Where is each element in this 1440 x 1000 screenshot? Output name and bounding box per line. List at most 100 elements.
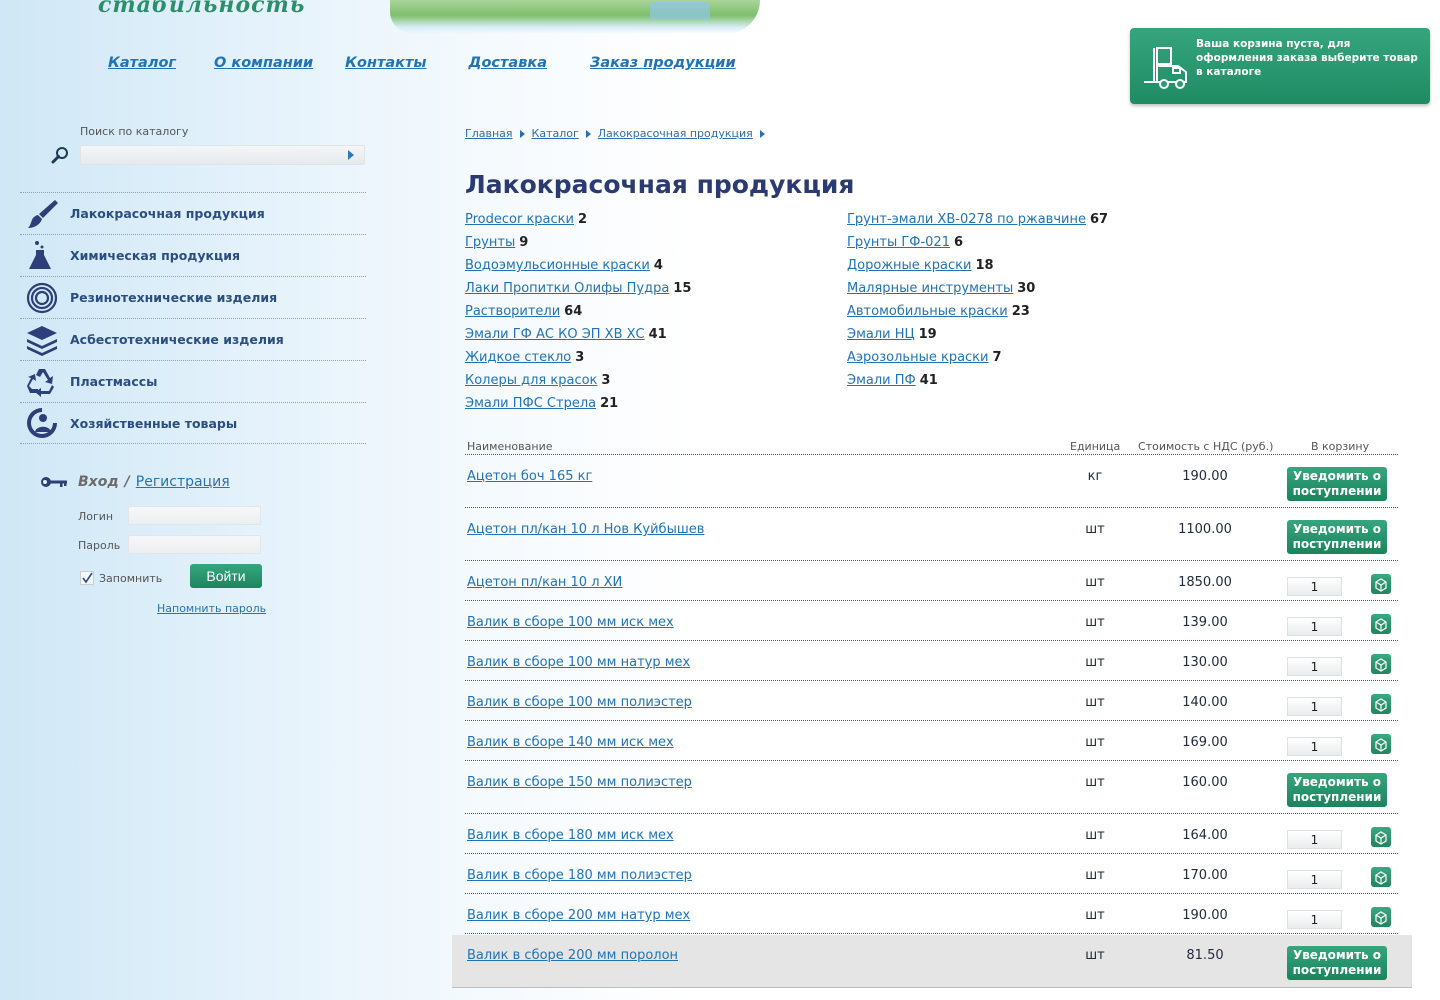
product-name-link[interactable]: Валик в сборе 100 мм иск мех bbox=[467, 615, 674, 630]
product-name-link[interactable]: Валик в сборе 200 мм поролон bbox=[467, 948, 678, 963]
login-input[interactable] bbox=[128, 506, 261, 525]
sidebar-category-menu: Лакокрасочная продукция Химическая проду… bbox=[20, 192, 366, 444]
quantity-input[interactable]: 1 bbox=[1287, 830, 1342, 849]
add-to-cart-button[interactable] bbox=[1371, 827, 1391, 847]
product-price: 1100.00 bbox=[1178, 522, 1232, 537]
notify-on-arrival-button[interactable]: Уведомить о поступлении bbox=[1287, 520, 1387, 554]
subcategory-link[interactable]: Эмали ПФ bbox=[847, 373, 916, 388]
breadcrumb-arrow-icon bbox=[519, 129, 525, 138]
nav-link-catalog[interactable]: Каталог bbox=[108, 55, 176, 71]
site-logo-text[interactable]: стабильность bbox=[98, 0, 305, 18]
product-price: 164.00 bbox=[1182, 828, 1228, 843]
subcategory-link[interactable]: Колеры для красок bbox=[465, 373, 597, 388]
subcategory-link[interactable]: Эмали ГФ АС КО ЭП ХВ ХС bbox=[465, 327, 645, 342]
add-to-cart-button[interactable] bbox=[1371, 614, 1391, 634]
add-to-cart-button[interactable] bbox=[1371, 654, 1391, 674]
table-row: Валик в сборе 200 мм натур мех шт 190.00 1 bbox=[465, 894, 1398, 934]
sidebar-item-chemicals[interactable]: Химическая продукция bbox=[20, 234, 366, 276]
subcategory-link[interactable]: Аэрозольные краски bbox=[847, 350, 988, 365]
product-unit: шт bbox=[1085, 908, 1105, 923]
subcategory-link[interactable]: Дорожные краски bbox=[847, 258, 971, 273]
quantity-input[interactable]: 1 bbox=[1287, 870, 1342, 889]
subcategory-link[interactable]: Лаки Пропитки Олифы Пудра bbox=[465, 281, 669, 296]
subcategory-list-right: Грунт-эмали ХВ-0278 по ржавчине 67 Грунты… bbox=[847, 212, 1108, 396]
table-header: Наименование Единица Стоимость с НДС (ру… bbox=[465, 438, 1398, 455]
breadcrumb-arrow-icon bbox=[759, 129, 765, 138]
sidebar-item-paints[interactable]: Лакокрасочная продукция bbox=[20, 192, 366, 234]
subcategory-link[interactable]: Грунты ГФ-021 bbox=[847, 235, 950, 250]
sidebar-item-household[interactable]: Хозяйственные товары bbox=[20, 402, 366, 444]
product-name-link[interactable]: Валик в сборе 180 мм полиэстер bbox=[467, 868, 692, 883]
remember-checkbox[interactable] bbox=[80, 571, 94, 585]
subcategory-count: 15 bbox=[673, 281, 692, 296]
sidebar-item-rubber[interactable]: Резинотехнические изделия bbox=[20, 276, 366, 318]
subcategory-count: 3 bbox=[601, 373, 611, 388]
product-name-link[interactable]: Валик в сборе 200 мм натур мех bbox=[467, 908, 690, 923]
subcategory-link[interactable]: Prodecor краски bbox=[465, 212, 574, 227]
subcategory-count: 64 bbox=[564, 304, 583, 319]
breadcrumb-catalog[interactable]: Каталог bbox=[532, 127, 579, 140]
product-name-link[interactable]: Валик в сборе 100 мм натур мех bbox=[467, 655, 690, 670]
subcategory-list-left: Prodecor краски 2 Грунты 9 Водоэмульсионны… bbox=[465, 212, 691, 419]
cart-box-icon bbox=[1375, 578, 1387, 592]
search-input[interactable] bbox=[80, 145, 365, 165]
subcategory-link[interactable]: Эмали НЦ bbox=[847, 327, 915, 342]
subcategory-item: Эмали ПФС Стрела 21 bbox=[465, 396, 691, 419]
notify-on-arrival-button[interactable]: Уведомить о поступлении bbox=[1287, 467, 1387, 501]
table-row: Валик в сборе 200 мм поролон шт 81.50 Уведо… bbox=[465, 934, 1398, 987]
nav-link-about[interactable]: О компании bbox=[214, 55, 313, 71]
quantity-input[interactable]: 1 bbox=[1287, 657, 1342, 676]
sidebar-item-asbestos[interactable]: Асбестотехнические изделия bbox=[20, 318, 366, 360]
subcategory-count: 21 bbox=[600, 396, 619, 411]
sidebar-item-plastics[interactable]: Пластмассы bbox=[20, 360, 366, 402]
subcategory-link[interactable]: Автомобильные краски bbox=[847, 304, 1008, 319]
add-to-cart-button[interactable] bbox=[1371, 734, 1391, 754]
notify-on-arrival-button[interactable]: Уведомить о поступлении bbox=[1287, 946, 1387, 980]
breadcrumb-current[interactable]: Лакокрасочная продукция bbox=[598, 127, 753, 140]
add-to-cart-button[interactable] bbox=[1371, 694, 1391, 714]
nav-link-order[interactable]: Заказ продукции bbox=[590, 55, 736, 71]
product-price: 160.00 bbox=[1182, 775, 1228, 790]
quantity-input[interactable]: 1 bbox=[1287, 617, 1342, 636]
table-row: Валик в сборе 100 мм иск мех шт 139.00 1 bbox=[465, 601, 1398, 641]
register-link[interactable]: Регистрация bbox=[136, 474, 230, 490]
quantity-input[interactable]: 1 bbox=[1287, 577, 1342, 596]
subcategory-link[interactable]: Эмали ПФС Стрела bbox=[465, 396, 596, 411]
subcategory-link[interactable]: Малярные инструменты bbox=[847, 281, 1013, 296]
search-submit-arrow-icon[interactable] bbox=[348, 150, 354, 160]
nav-link-contacts[interactable]: Контакты bbox=[345, 55, 426, 71]
product-unit: шт bbox=[1085, 868, 1105, 883]
quantity-input[interactable]: 1 bbox=[1287, 737, 1342, 756]
subcategory-link[interactable]: Грунты bbox=[465, 235, 515, 250]
add-to-cart-button[interactable] bbox=[1371, 574, 1391, 594]
subcategory-item: Автомобильные краски 23 bbox=[847, 304, 1108, 327]
product-name-link[interactable]: Валик в сборе 180 мм иск мех bbox=[467, 828, 674, 843]
product-name-link[interactable]: Ацетон боч 165 кг bbox=[467, 469, 592, 484]
subcategory-link[interactable]: Водоэмульсионные краски bbox=[465, 258, 650, 273]
subcategory-item: Грунт-эмали ХВ-0278 по ржавчине 67 bbox=[847, 212, 1108, 235]
login-submit-button[interactable]: Войти bbox=[190, 564, 262, 588]
cart-widget[interactable]: Ваша корзина пуста, для оформления заказ… bbox=[1130, 28, 1430, 104]
notify-on-arrival-button[interactable]: Уведомить о поступлении bbox=[1287, 773, 1387, 807]
password-field-label: Пароль bbox=[78, 539, 121, 552]
subcategory-count: 67 bbox=[1089, 212, 1109, 227]
subcategory-link[interactable]: Жидкое стекло bbox=[465, 350, 571, 365]
nav-link-delivery[interactable]: Доставка bbox=[469, 55, 547, 71]
product-name-link[interactable]: Валик в сборе 140 мм иск мех bbox=[467, 735, 674, 750]
breadcrumb-home[interactable]: Главная bbox=[465, 127, 513, 140]
table-row: Ацетон боч 165 кг кг 190.00 Уведомить о пост… bbox=[465, 455, 1398, 508]
subcategory-link[interactable]: Растворители bbox=[465, 304, 560, 319]
subcategory-count: 18 bbox=[975, 258, 994, 273]
add-to-cart-button[interactable] bbox=[1371, 907, 1391, 927]
product-name-link[interactable]: Ацетон пл/кан 10 л Нов Куйбышев bbox=[467, 522, 704, 537]
quantity-input[interactable]: 1 bbox=[1287, 697, 1342, 716]
password-input[interactable] bbox=[128, 535, 261, 554]
add-to-cart-button[interactable] bbox=[1371, 867, 1391, 887]
subcategory-link[interactable]: Грунт-эмали ХВ-0278 по ржавчине bbox=[847, 212, 1086, 227]
product-name-link[interactable]: Валик в сборе 150 мм полиэстер bbox=[467, 775, 692, 790]
forgot-password-link[interactable]: Напомнить пароль bbox=[157, 602, 266, 615]
product-name-link[interactable]: Ацетон пл/кан 10 л ХИ bbox=[467, 575, 622, 590]
subcategory-item: Эмали ГФ АС КО ЭП ХВ ХС 41 bbox=[465, 327, 691, 350]
quantity-input[interactable]: 1 bbox=[1287, 910, 1342, 929]
product-name-link[interactable]: Валик в сборе 100 мм полиэстер bbox=[467, 695, 692, 710]
